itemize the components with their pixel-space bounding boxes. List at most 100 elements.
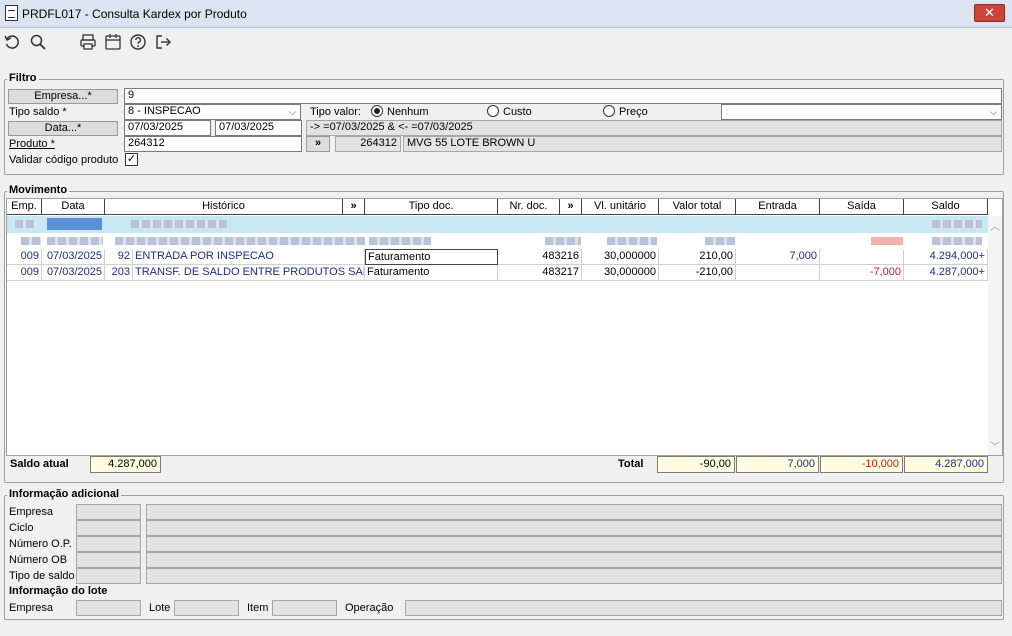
radio-nenhum-label: Nenhum — [387, 106, 429, 118]
cell-valor-total: 210,00 — [659, 249, 736, 265]
info-ciclo-desc — [146, 520, 1002, 536]
total-entrada: 7,000 — [736, 456, 819, 473]
validar-checkbox[interactable]: ✓ — [125, 153, 138, 166]
document-icon — [5, 5, 18, 21]
movimento-label: Movimento — [7, 184, 70, 196]
lote-empresa-label: Empresa — [9, 602, 54, 614]
tipo-saldo-label: Tipo saldo * — [9, 106, 67, 118]
vertical-scrollbar[interactable]: ︿ ﹀ — [988, 216, 1002, 455]
cell-saida: -7,000 — [820, 265, 904, 281]
saldo-atual-label: Saldo atual — [10, 458, 69, 470]
col-data[interactable]: Data — [42, 199, 105, 215]
data-fim-input[interactable]: 07/03/2025 — [215, 120, 302, 136]
info-numero-ob-desc — [146, 552, 1002, 568]
total-saida: -10,000 — [820, 456, 903, 473]
operacao-field — [405, 600, 1002, 616]
info-ciclo-code — [76, 520, 141, 536]
operacao-label: Operação — [345, 602, 394, 614]
tipo-saldo-value: 8 - INSPECAO — [128, 105, 201, 117]
info-empresa-desc — [146, 504, 1002, 520]
movimento-table[interactable]: Emp. Data Histórico » Tipo doc. Nr. doc.… — [6, 198, 1003, 456]
total-valor: -90,00 — [657, 456, 735, 473]
radio-preco[interactable] — [603, 105, 615, 117]
help-icon[interactable] — [127, 31, 149, 53]
col-saida[interactable]: Saída — [820, 199, 904, 215]
info-empresa-code — [76, 504, 141, 520]
col-saldo[interactable]: Saldo — [904, 199, 988, 215]
print-icon[interactable] — [77, 31, 99, 53]
close-button[interactable]: ✕ — [974, 4, 1005, 22]
cell-data: 07/03/2025 — [42, 249, 105, 265]
validar-label: Validar código produto — [9, 154, 119, 166]
item-field — [272, 600, 337, 616]
info-numero-op-desc — [146, 536, 1002, 552]
saldo-atual-value: 4.287,000 — [90, 456, 161, 473]
produto-code: 264312 — [335, 136, 401, 152]
title-bar: PRDFL017 - Consulta Kardex por Produto ✕ — [0, 0, 1012, 28]
empresa-input[interactable]: 9 — [124, 88, 1002, 104]
scroll-down-icon[interactable]: ﹀ — [990, 438, 1000, 453]
data-inicio-input[interactable]: 07/03/2025 — [124, 120, 211, 136]
info-numero-op-code — [76, 536, 141, 552]
produto-input[interactable]: 264312 — [124, 136, 302, 152]
info-tipo-saldo-label: Tipo de saldo — [9, 570, 75, 582]
tipo-saldo-select[interactable]: 8 - INSPECAO ⌵ — [124, 104, 301, 120]
cell-saldo: 4.287,000+ — [904, 265, 988, 281]
info-numero-ob-code — [76, 552, 141, 568]
cell-entrada — [736, 265, 820, 281]
radio-preco-label: Preço — [619, 106, 648, 118]
info-empresa-label: Empresa — [9, 506, 54, 518]
col-vl-unitario[interactable]: Vl. unitário — [582, 199, 659, 215]
produto-label: Produto * — [9, 138, 55, 150]
col-historico[interactable]: Histórico — [105, 199, 343, 215]
radio-custo[interactable] — [487, 105, 499, 117]
cell-vl-unitario: 30,000000 — [582, 249, 659, 265]
cell-entrada: 7,000 — [736, 249, 820, 265]
cell-valor-total: -210,00 — [659, 265, 736, 281]
table-row-redacted[interactable] — [7, 233, 988, 250]
col-valor-total[interactable]: Valor total — [659, 199, 736, 215]
produto-description: MVG 55 LOTE BROWN U — [403, 136, 1002, 152]
chevron-down-icon: ⌵ — [289, 107, 296, 117]
radio-nenhum[interactable] — [371, 105, 383, 117]
radio-custo-label: Custo — [503, 106, 532, 118]
info-numero-op-label: Número O.P. — [9, 538, 72, 550]
col-nr-doc-expand[interactable]: » — [560, 199, 582, 215]
info-lote-label: Informação do lote — [7, 585, 110, 597]
table-row-redacted[interactable] — [7, 216, 988, 233]
cell-emp: 009 — [7, 249, 42, 265]
data-button[interactable]: Data...* — [8, 121, 118, 136]
item-label: Item — [247, 602, 269, 614]
tipo-valor-label: Tipo valor: — [310, 106, 361, 118]
filtro-label: Filtro — [7, 72, 39, 84]
col-entrada[interactable]: Entrada — [736, 199, 820, 215]
cell-hist-code: 203 — [105, 265, 133, 281]
produto-lookup-button[interactable]: » — [306, 136, 330, 152]
data-expression: -> =07/03/2025 & <- =07/03/2025 — [306, 120, 1002, 136]
tipo-valor-select[interactable]: ⌵ — [721, 104, 1002, 120]
cell-historico: TRANSF. DE SALDO ENTRE PRODUTOS SAIDA — [133, 265, 365, 281]
search-icon[interactable] — [27, 31, 49, 53]
calendar-icon[interactable] — [102, 31, 124, 53]
empresa-button[interactable]: Empresa...* — [8, 89, 118, 104]
cell-emp: 009 — [7, 265, 42, 281]
cell-nr-doc: 483217 — [498, 265, 582, 281]
total-label: Total — [618, 458, 644, 470]
cell-hist-code: 92 — [105, 249, 133, 265]
exit-icon[interactable] — [152, 31, 174, 53]
col-historico-expand[interactable]: » — [343, 199, 365, 215]
col-emp[interactable]: Emp. — [7, 199, 42, 215]
cell-vl-unitario: 30,000000 — [582, 265, 659, 281]
refresh-icon[interactable] — [1, 31, 23, 53]
lote-empresa-field — [76, 600, 141, 616]
info-numero-ob-label: Número OB — [9, 554, 68, 566]
total-saldo: 4.287,000 — [904, 456, 988, 473]
scroll-up-icon[interactable]: ︿ — [990, 218, 1000, 233]
info-tipo-saldo-code — [76, 568, 141, 584]
col-tipo-doc[interactable]: Tipo doc. — [365, 199, 498, 215]
cell-historico: ENTRADA POR INSPECAO — [133, 249, 365, 265]
cell-nr-doc: 483216 — [498, 249, 582, 265]
cell-tipo-doc: Faturamento — [365, 265, 498, 281]
col-nr-doc[interactable]: Nr. doc. — [498, 199, 560, 215]
cell-saldo: 4.294,000+ — [904, 249, 988, 265]
